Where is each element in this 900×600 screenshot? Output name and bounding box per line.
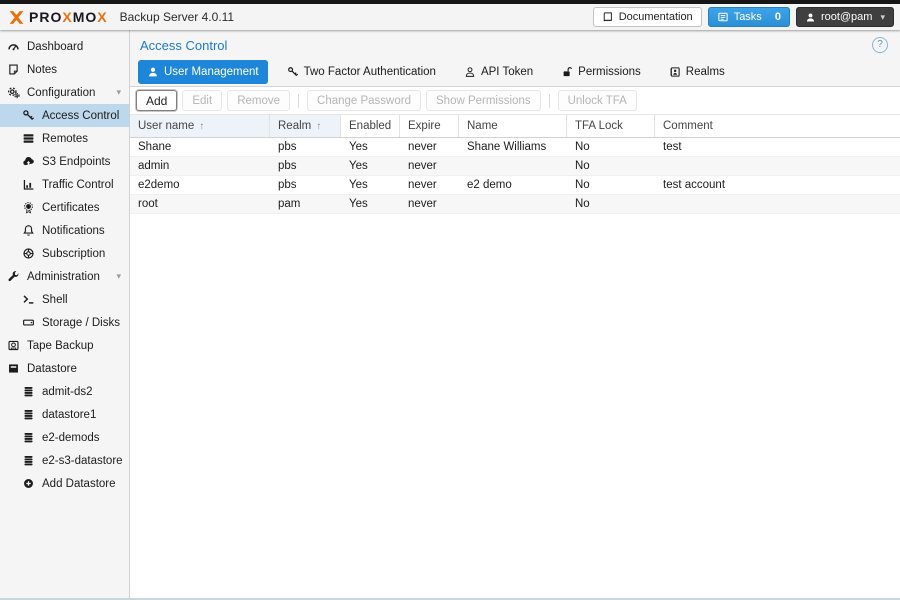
plus-circle-icon <box>22 477 36 491</box>
sidebar-item-dashboard[interactable]: Dashboard <box>0 35 129 58</box>
address-book-icon <box>669 66 681 78</box>
table-row-shane[interactable]: Shane pbs Yes never Shane Williams No te… <box>130 138 900 157</box>
sidebar-item-subscription[interactable]: Subscription <box>0 242 129 265</box>
sidebar-item-s3-endpoints[interactable]: S3 Endpoints <box>0 150 129 173</box>
tab-bar: User Management Two Factor Authenticatio… <box>130 58 900 86</box>
main-content: Access Control ? User Management Two Fac… <box>130 30 900 598</box>
terminal-icon <box>22 293 36 307</box>
sidebar-item-storage-disks[interactable]: Storage / Disks <box>0 311 129 334</box>
table-body: Shane pbs Yes never Shane Williams No te… <box>130 138 900 598</box>
tab-user-management[interactable]: User Management <box>138 60 268 84</box>
navigation-sidebar: Dashboard Notes Configuration ▾ Access C… <box>0 30 130 598</box>
book-icon <box>602 11 614 23</box>
tab-realms[interactable]: Realms <box>660 60 734 84</box>
column-header-expire[interactable]: Expire <box>400 115 459 137</box>
proxmox-backup-server-window: PROXMOX Backup Server 4.0.11 Documentati… <box>0 0 900 600</box>
certificate-seal-icon <box>22 201 36 215</box>
sidebar-item-notifications[interactable]: Notifications <box>0 219 129 242</box>
tab-api-token[interactable]: API Token <box>455 60 542 84</box>
task-list-icon <box>717 11 729 23</box>
sidebar-item-traffic-control[interactable]: Traffic Control <box>0 173 129 196</box>
change-password-button: Change Password <box>307 90 421 111</box>
user-icon <box>805 12 816 23</box>
chevron-down-icon[interactable]: ▾ <box>116 271 121 282</box>
edit-button: Edit <box>182 90 222 111</box>
sidebar-item-datastore1[interactable]: datastore1 <box>0 403 129 426</box>
unlock-tfa-button: Unlock TFA <box>558 90 637 111</box>
sidebar-item-shell[interactable]: Shell <box>0 288 129 311</box>
tasks-button[interactable]: Tasks 0 <box>708 7 790 27</box>
storage-box-icon <box>7 362 21 376</box>
tab-permissions[interactable]: Permissions <box>552 60 650 84</box>
user-icon <box>147 66 159 78</box>
key-icon <box>287 66 299 78</box>
table-row-admin[interactable]: admin pbs Yes never No <box>130 157 900 176</box>
sort-asc-icon: ↑ <box>316 121 321 132</box>
chevron-down-icon[interactable]: ▾ <box>116 87 121 98</box>
app-header: PROXMOX Backup Server 4.0.11 Documentati… <box>0 4 900 30</box>
column-header-enabled[interactable]: Enabled <box>341 115 400 137</box>
column-header-name[interactable]: Name <box>459 115 567 137</box>
database-icon <box>22 385 36 399</box>
sidebar-item-e2-s3-datastore[interactable]: e2-s3-datastore <box>0 449 129 472</box>
tape-cartridge-icon <box>7 339 21 353</box>
sidebar-item-configuration[interactable]: Configuration ▾ <box>0 81 129 104</box>
table-row-e2demo[interactable]: e2demo pbs Yes never e2 demo No test acc… <box>130 176 900 195</box>
column-header-user-name[interactable]: User name ↑ <box>130 115 270 137</box>
column-header-realm[interactable]: Realm ↑ <box>270 115 341 137</box>
sidebar-item-admit-ds2[interactable]: admit-ds2 <box>0 380 129 403</box>
documentation-button[interactable]: Documentation <box>593 7 702 27</box>
bell-icon <box>22 224 36 238</box>
sidebar-item-certificates[interactable]: Certificates <box>0 196 129 219</box>
user-menu-button[interactable]: root@pam ▾ <box>796 7 894 27</box>
table-row-root[interactable]: root pam Yes never No <box>130 195 900 214</box>
show-permissions-button: Show Permissions <box>426 90 541 111</box>
proxmox-wordmark: PROXMOX <box>29 9 108 25</box>
toolbar: Add Edit Remove Change Password Show Per… <box>130 87 900 115</box>
page-title: Access Control <box>140 38 227 53</box>
sort-asc-icon: ↑ <box>199 121 204 132</box>
database-icon <box>22 454 36 468</box>
tasks-count-badge: 0 <box>775 11 781 23</box>
sidebar-item-add-datastore[interactable]: Add Datastore <box>0 472 129 495</box>
user-management-panel: Add Edit Remove Change Password Show Per… <box>130 86 900 598</box>
column-header-tfa-lock[interactable]: TFA Lock <box>567 115 655 137</box>
tab-two-factor-authentication[interactable]: Two Factor Authentication <box>278 60 445 84</box>
chevron-down-icon: ▾ <box>880 12 885 23</box>
chart-axis-icon <box>22 178 36 192</box>
gears-icon <box>7 86 21 100</box>
toolbar-separator <box>298 94 299 108</box>
proxmox-x-icon <box>8 9 25 25</box>
add-button[interactable]: Add <box>136 90 177 111</box>
header-actions: Documentation Tasks 0 root@pam ▾ <box>593 7 894 27</box>
content-title-bar: Access Control ? <box>130 30 900 58</box>
table-header: User name ↑ Realm ↑ Enabled Expire Name … <box>130 115 900 138</box>
wrench-icon <box>7 270 21 284</box>
cloud-upload-icon <box>22 155 36 169</box>
key-icon <box>22 109 36 123</box>
sidebar-item-administration[interactable]: Administration ▾ <box>0 265 129 288</box>
column-header-comment[interactable]: Comment <box>655 115 900 137</box>
gauge-icon <box>7 40 21 54</box>
sidebar-item-e2-demods[interactable]: e2-demods <box>0 426 129 449</box>
database-icon <box>22 408 36 422</box>
unlock-icon <box>561 66 573 78</box>
server-stack-icon <box>22 132 36 146</box>
life-ring-icon <box>22 247 36 261</box>
product-version-label: Backup Server 4.0.11 <box>120 10 235 24</box>
sidebar-item-remotes[interactable]: Remotes <box>0 127 129 150</box>
sidebar-item-tape-backup[interactable]: Tape Backup <box>0 334 129 357</box>
remove-button: Remove <box>227 90 290 111</box>
toolbar-separator <box>549 94 550 108</box>
help-icon[interactable]: ? <box>872 37 888 53</box>
sidebar-item-notes[interactable]: Notes <box>0 58 129 81</box>
sidebar-item-access-control[interactable]: Access Control <box>0 104 129 127</box>
hard-drive-icon <box>22 316 36 330</box>
person-outline-icon <box>464 66 476 78</box>
proxmox-logo: PROXMOX Backup Server 4.0.11 <box>8 9 234 25</box>
note-icon <box>7 63 21 77</box>
database-icon <box>22 431 36 445</box>
sidebar-item-datastore[interactable]: Datastore <box>0 357 129 380</box>
